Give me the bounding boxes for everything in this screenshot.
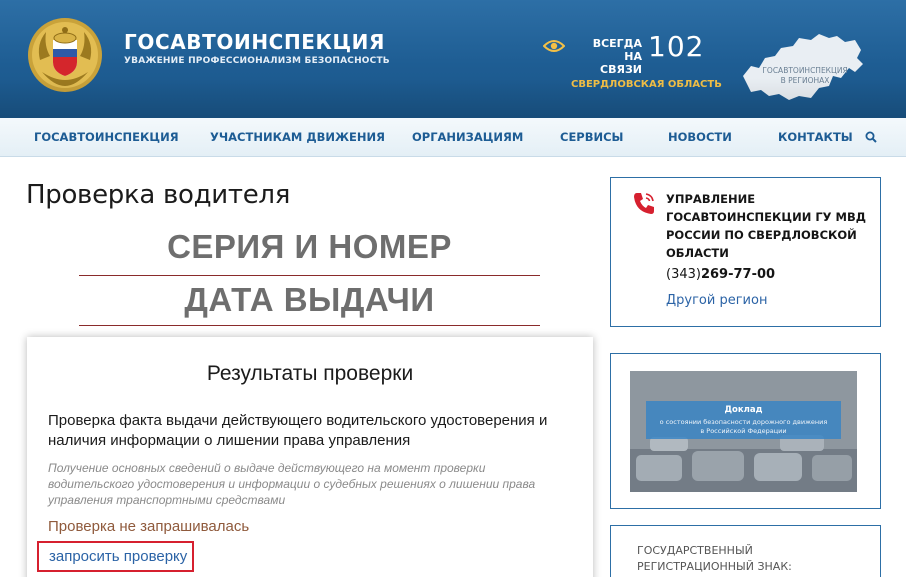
report-subtitle-line-1: о состоянии безопасности дорожного движе… — [659, 418, 828, 426]
license-series-number-field[interactable]: СЕРИЯ И НОМЕР — [79, 228, 540, 266]
always-line-2: НА СВЯЗИ — [600, 50, 642, 76]
search-icon[interactable] — [865, 131, 877, 143]
check-status: Проверка не запрашивалась — [48, 518, 250, 535]
region-selector[interactable]: СВЕРДЛОВСКАЯ ОБЛАСТЬ — [571, 79, 722, 90]
always-online-label: ВСЕГДА НА СВЯЗИ — [580, 37, 642, 76]
report-subtitle: о состоянии безопасности дорожного движе… — [646, 418, 841, 435]
nav-item-services[interactable]: СЕРВИСЫ — [560, 130, 623, 144]
report-subtitle-line-2: в Российской Федерации — [700, 426, 787, 435]
plate-title-line-1: ГОСУДАРСТВЕННЫЙ — [637, 544, 753, 557]
site-header: ГОСАВТОИНСПЕКЦИЯ УВАЖЕНИЕ ПРОФЕССИОНАЛИЗ… — [0, 0, 906, 118]
plate-title: ГОСУДАРСТВЕННЫЙ РЕГИСТРАЦИОННЫЙ ЗНАК: — [637, 543, 837, 575]
contact-panel: УПРАВЛЕНИЕ ГОСАВТОИНСПЕКЦИИ ГУ МВД РОССИ… — [610, 177, 881, 327]
results-panel: Результаты проверки Проверка факта выдач… — [27, 337, 593, 577]
divider — [79, 325, 540, 326]
always-line-1: ВСЕГДА — [592, 37, 642, 50]
regions-map-label: ГОСАВТОИНСПЕКЦИЯ В РЕГИОНАХ — [760, 66, 850, 86]
phone-number: 269-77-00 — [700, 267, 776, 282]
nav-item-gosavtoinspekciya[interactable]: ГОСАВТОИНСПЕКЦИЯ — [34, 130, 179, 144]
nav-item-organizations[interactable]: ОРГАНИЗАЦИЯМ — [412, 130, 523, 144]
phone-icon — [634, 193, 654, 214]
map-label-line-1: ГОСАВТОИНСПЕКЦИЯ — [762, 66, 848, 75]
request-check-link[interactable]: запросить проверку — [49, 548, 187, 565]
report-banner[interactable]: Доклад о состоянии безопасности дорожног… — [630, 371, 857, 492]
map-label-line-2: В РЕГИОНАХ — [780, 76, 830, 85]
results-note: Получение основных сведений о выдаче дей… — [48, 461, 536, 507]
results-description: Проверка факта выдачи действующего водит… — [48, 412, 548, 449]
results-title: Результаты проверки — [206, 362, 414, 385]
main-navigation: ГОСАВТОИНСПЕКЦИЯ УЧАСТНИКАМ ДВИЖЕНИЯ ОРГ… — [0, 118, 906, 157]
gibdd-emblem-icon[interactable] — [26, 16, 104, 94]
divider — [79, 275, 540, 276]
contact-phone[interactable]: (343)269-77-00 — [666, 267, 775, 282]
registration-plate-panel: ГОСУДАРСТВЕННЫЙ РЕГИСТРАЦИОННЫЙ ЗНАК: — [610, 525, 881, 577]
phone-code: (343) — [666, 267, 701, 282]
brand-slogan: УВАЖЕНИЕ ПРОФЕССИОНАЛИЗМ БЕЗОПАСНОСТЬ — [124, 56, 390, 66]
request-check-highlight: запросить проверку — [37, 541, 194, 572]
nav-item-news[interactable]: НОВОСТИ — [668, 130, 732, 144]
contact-department-title: УПРАВЛЕНИЕ ГОСАВТОИНСПЕКЦИИ ГУ МВД РОССИ… — [666, 192, 866, 260]
plate-title-line-2: РЕГИСТРАЦИОННЫЙ ЗНАК: — [637, 560, 792, 573]
brand-title[interactable]: ГОСАВТОИНСПЕКЦИЯ — [124, 30, 385, 54]
nav-item-contacts[interactable]: КОНТАКТЫ — [778, 130, 853, 144]
report-panel: Доклад о состоянии безопасности дорожног… — [610, 353, 881, 509]
report-title: Доклад — [724, 405, 763, 415]
other-region-link[interactable]: Другой регион — [666, 293, 767, 308]
hotline-number[interactable]: 102 — [648, 30, 704, 63]
page-title: Проверка водителя — [26, 180, 291, 210]
report-caption-strip: Доклад о состоянии безопасности дорожног… — [646, 401, 841, 439]
nav-item-participants[interactable]: УЧАСТНИКАМ ДВИЖЕНИЯ — [210, 130, 385, 144]
license-issue-date-field[interactable]: ДАТА ВЫДАЧИ — [79, 281, 540, 319]
eye-icon — [543, 40, 565, 52]
